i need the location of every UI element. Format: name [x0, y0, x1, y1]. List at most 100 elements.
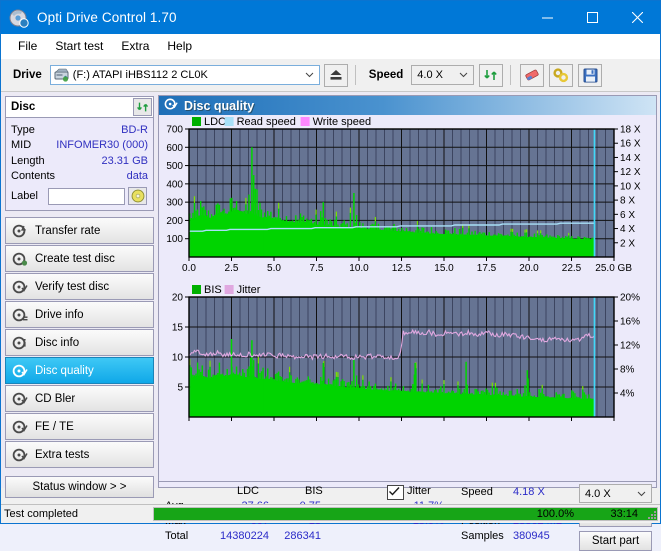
svg-text:LDC: LDC [204, 116, 226, 128]
svg-text:6 X: 6 X [620, 210, 635, 221]
close-button[interactable] [615, 1, 660, 34]
speed-select[interactable]: 4.0 X [411, 65, 475, 85]
svg-text:17.5: 17.5 [477, 263, 497, 274]
sidebar-item-label: Create test disc [35, 252, 115, 265]
disc-create-icon [12, 251, 28, 267]
speed-result-label: Speed [461, 486, 493, 498]
menu-item-extra[interactable]: Extra [112, 36, 158, 56]
svg-text:600: 600 [166, 143, 183, 154]
nav-list: Transfer rate Create test disc Verify te… [5, 217, 154, 468]
sidebar-item-verify-test-disc[interactable]: Verify test disc [5, 273, 154, 300]
sidebar-item-label: Extra tests [35, 448, 90, 461]
sidebar-item-drive-info[interactable]: Drive info [5, 301, 154, 328]
disc-icon [131, 189, 144, 203]
sidebar-item-label: CD Bler [35, 392, 76, 405]
drive-label: Drive [13, 69, 42, 81]
disc-mid-value: INFOMER30 (000) [56, 139, 148, 152]
svg-text:0.0: 0.0 [182, 263, 196, 274]
drive-select[interactable]: (F:) ATAPI iHBS112 2 CL0K [49, 65, 320, 85]
jitter-label: Jitter [407, 485, 431, 497]
jitter-checkbox[interactable] [387, 485, 404, 500]
start-part-button[interactable]: Start part [579, 531, 652, 551]
sidebar-item-create-test-disc[interactable]: Create test disc [5, 245, 154, 272]
sidebar-item-fe-te[interactable]: FE / TE [5, 413, 154, 440]
speed-label: Speed [368, 69, 404, 81]
toolbar-divider-2 [510, 65, 512, 85]
fe-te-icon [12, 419, 28, 435]
start-part-label: Start part [591, 535, 640, 547]
test-speed-select[interactable]: 4.0 X [579, 484, 652, 503]
disc-panel: Disc Type BD-R MID INFOMER30 (000) Lengt… [5, 96, 154, 211]
sidebar-item-label: Disc quality [35, 364, 94, 377]
maximize-button[interactable] [570, 1, 615, 34]
svg-text:8%: 8% [620, 365, 635, 376]
save-icon [583, 68, 598, 82]
main-body: Disc Type BD-R MID INFOMER30 (000) Lengt… [1, 92, 660, 551]
menu-item-help[interactable]: Help [158, 36, 201, 56]
menu-item-file[interactable]: File [9, 36, 46, 56]
disc-quality-icon [12, 363, 28, 379]
minimize-button[interactable] [525, 1, 570, 34]
svg-text:12.5: 12.5 [392, 263, 412, 274]
svg-text:20: 20 [172, 293, 184, 304]
progress-bar [153, 507, 658, 521]
svg-text:10 X: 10 X [620, 181, 641, 192]
refresh-speed-button[interactable] [479, 63, 504, 87]
svg-text:400: 400 [166, 179, 183, 190]
drive-info-icon [12, 307, 28, 323]
svg-text:500: 500 [166, 161, 183, 172]
title-bar: Opti Drive Control 1.70 [1, 1, 660, 34]
erase-button[interactable] [520, 63, 545, 87]
disc-row-length: Length 23.31 GB [11, 153, 148, 169]
eject-button[interactable] [323, 63, 348, 87]
eject-icon [330, 70, 342, 80]
svg-text:10: 10 [172, 353, 184, 364]
resize-grip[interactable] [646, 509, 658, 521]
disc-verify-icon [12, 279, 28, 295]
statistics-area: LDC BIS Jitter Avg 37.66 0.75 11.7% Max … [159, 481, 656, 551]
disc-row-mid: MID INFOMER30 (000) [11, 138, 148, 154]
disc-length-value: 23.31 GB [101, 154, 148, 167]
svg-text:12%: 12% [620, 341, 640, 352]
sidebar-item-disc-quality[interactable]: Disc quality [5, 357, 154, 384]
disc-label-button[interactable] [128, 187, 147, 205]
status-window-button[interactable]: Status window > > [5, 476, 154, 498]
drive-value: (F:) ATAPI iHBS112 2 CL0K [72, 69, 208, 81]
disc-transfer-icon [12, 223, 28, 239]
menu-bar: File Start test Extra Help [1, 34, 660, 59]
disc-mid-label: MID [11, 139, 32, 152]
col-header-ldc: LDC [237, 485, 260, 497]
app-window: Opti Drive Control 1.70 File Start test … [0, 0, 661, 551]
svg-text:15: 15 [172, 323, 184, 334]
speed-result-value: 4.18 X [513, 486, 545, 498]
svg-text:300: 300 [166, 198, 183, 209]
disc-quality-panel: Disc quality LDC Read speed Write speed 100… [158, 95, 657, 551]
disc-info-list: Type BD-R MID INFOMER30 (000) Length 23.… [6, 118, 153, 210]
samples-value: 380945 [513, 530, 550, 542]
disc-quality-charts[interactable]: LDC Read speed Write speed 100 200 300 400 500 6… [159, 115, 655, 421]
sidebar-item-transfer-rate[interactable]: Transfer rate [5, 217, 154, 244]
status-text: Test completed [4, 508, 78, 520]
disc-label-label: Label [11, 190, 38, 202]
disc-length-label: Length [11, 154, 45, 167]
svg-text:Jitter: Jitter [237, 284, 261, 296]
svg-text:25.0 GB: 25.0 GB [595, 263, 632, 274]
sidebar-item-disc-info[interactable]: Disc info [5, 329, 154, 356]
menu-item-start-test[interactable]: Start test [46, 36, 112, 56]
refresh-icon [484, 70, 498, 80]
disc-label-input[interactable] [48, 187, 125, 205]
save-button[interactable] [578, 63, 603, 87]
tools-icon [553, 67, 569, 82]
sidebar-item-extra-tests[interactable]: Extra tests [5, 441, 154, 468]
tools-button[interactable] [549, 63, 574, 87]
sidebar-item-cd-bler[interactable]: CD Bler [5, 385, 154, 412]
window-title: Opti Drive Control 1.70 [37, 10, 177, 25]
samples-label: Samples [461, 530, 504, 542]
disc-type-label: Type [11, 123, 35, 136]
disc-contents-label: Contents [11, 170, 56, 183]
svg-text:16%: 16% [620, 317, 640, 328]
toolbar-divider [354, 65, 356, 85]
svg-text:Write speed: Write speed [313, 116, 372, 128]
disc-refresh-button[interactable] [133, 98, 152, 116]
cd-bler-icon [12, 391, 28, 407]
